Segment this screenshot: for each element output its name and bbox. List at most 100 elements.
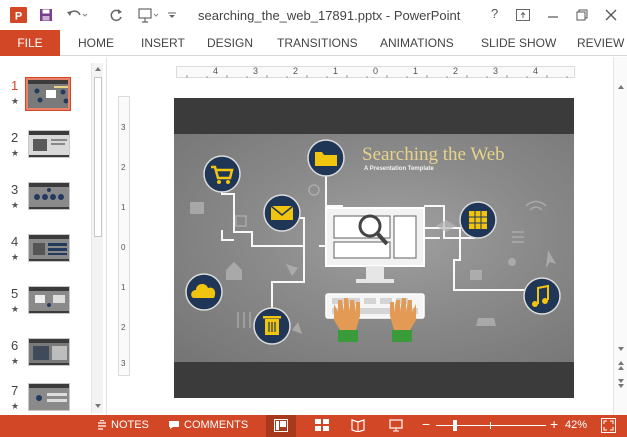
tab-slide-show[interactable]: SLIDE SHOW: [481, 36, 556, 50]
ruler-label: 2: [121, 163, 126, 172]
fit-slide-button[interactable]: [601, 418, 616, 433]
thumbnail-item[interactable]: 3 ★: [0, 182, 90, 232]
slide-thumbnail[interactable]: [28, 130, 70, 158]
thumbnail-item[interactable]: 1 ★: [0, 77, 90, 128]
ruler-label: 1: [121, 283, 126, 292]
thumbnail-item[interactable]: 4 ★: [0, 234, 90, 284]
editing-scrollbar[interactable]: [613, 57, 627, 415]
ruler-label: 1: [333, 66, 339, 76]
powerpoint-window: P searching_the_web_17891.pptx - PowerPo…: [0, 0, 627, 437]
slide-bottom-band: [174, 362, 574, 398]
animation-star-icon: ★: [11, 200, 20, 210]
scroll-down-icon[interactable]: [617, 345, 625, 353]
slide-top-band: [174, 98, 574, 134]
slide-subtitle[interactable]: A Presentation Template: [364, 166, 434, 172]
normal-view-icon: [274, 419, 288, 432]
start-from-beginning-icon[interactable]: [137, 7, 159, 23]
animation-star-icon: ★: [11, 96, 20, 106]
thumbnail-item[interactable]: 5 ★: [0, 286, 90, 336]
trash-icon: [253, 307, 291, 345]
zoom-level[interactable]: 42%: [565, 419, 587, 431]
mail-icon: [263, 194, 301, 232]
slide-thumbnail[interactable]: [28, 338, 70, 366]
zoom-in-button[interactable]: +: [550, 416, 558, 432]
slide-title[interactable]: Searching the Web: [362, 144, 505, 166]
scrollbar-thumb[interactable]: [94, 77, 102, 237]
title-bar: P searching_the_web_17891.pptx - PowerPo…: [0, 0, 627, 30]
zoom-slider-thumb[interactable]: [453, 420, 458, 431]
comments-label: COMMENTS: [184, 419, 249, 431]
svg-text:P: P: [14, 11, 21, 23]
previous-slide-icon[interactable]: [617, 360, 625, 372]
current-slide[interactable]: Searching the Web A Presentation Templat…: [174, 98, 574, 398]
slide-number: 5: [11, 286, 19, 301]
minimize-icon[interactable]: [546, 7, 560, 23]
customize-quick-access-icon[interactable]: [166, 7, 178, 23]
slide-thumbnail[interactable]: [28, 234, 70, 262]
notes-button[interactable]: NOTES: [97, 419, 149, 431]
fit-to-window-icon: [601, 418, 616, 433]
zoom-center-mark: [490, 422, 491, 429]
slide-thumbnail[interactable]: [28, 182, 70, 210]
slide-number: 6: [11, 338, 19, 353]
redo-icon[interactable]: [108, 7, 124, 23]
thumbnail-item[interactable]: 2 ★: [0, 130, 90, 180]
tab-review[interactable]: REVIEW: [577, 36, 624, 50]
comments-button[interactable]: COMMENTS: [168, 419, 248, 431]
tab-design[interactable]: DESIGN: [207, 36, 253, 50]
undo-icon[interactable]: [66, 7, 88, 23]
powerpoint-logo-icon[interactable]: P: [9, 7, 27, 23]
slide-number: 1: [11, 78, 19, 93]
tab-transitions[interactable]: TRANSITIONS: [277, 36, 358, 50]
restore-icon[interactable]: [575, 7, 589, 23]
tab-animations[interactable]: ANIMATIONS: [380, 36, 454, 50]
slide-sorter-icon: [315, 419, 329, 431]
slide-show-icon: [389, 419, 403, 432]
slide-show-button[interactable]: [388, 418, 404, 433]
scroll-up-icon[interactable]: [617, 83, 625, 91]
slide-thumbnail[interactable]: [28, 286, 70, 314]
folder-icon: [307, 139, 345, 177]
next-slide-icon[interactable]: [617, 377, 625, 389]
help-button[interactable]: ?: [491, 6, 498, 21]
ruler-label: 2: [293, 66, 299, 76]
calculator-icon: [459, 201, 497, 239]
ruler-label: 2: [453, 66, 459, 76]
ruler-label: 0: [373, 66, 379, 76]
ruler-label: 1: [121, 203, 126, 212]
window-title: searching_the_web_17891.pptx - PowerPoin…: [198, 8, 461, 23]
ribbon-tabs: FILE HOME INSERT DESIGN TRANSITIONS ANIM…: [0, 30, 627, 56]
zoom-out-button[interactable]: −: [422, 416, 430, 432]
scroll-down-icon[interactable]: [94, 402, 102, 410]
close-icon[interactable]: [604, 7, 618, 23]
slide-number: 4: [11, 234, 19, 249]
animation-star-icon: ★: [11, 304, 20, 314]
vertical-ruler[interactable]: 3 2 1 0 1 2 3: [118, 96, 130, 376]
ruler-label: 4: [533, 66, 539, 76]
slide-number: 3: [11, 182, 19, 197]
thumbnail-item[interactable]: 6 ★: [0, 338, 90, 388]
slide-number: 2: [11, 130, 19, 145]
slide-thumbnail[interactable]: [28, 383, 70, 411]
ribbon-display-options-icon[interactable]: [515, 7, 531, 23]
scroll-up-icon[interactable]: [94, 65, 102, 73]
status-bar: NOTES COMMENTS − + 42%: [0, 415, 627, 437]
tab-home[interactable]: HOME: [78, 36, 114, 50]
cloud-icon: [185, 273, 223, 311]
save-icon[interactable]: [38, 7, 54, 23]
ruler-label: 1: [413, 66, 419, 76]
tab-insert[interactable]: INSERT: [141, 36, 185, 50]
animation-star-icon: ★: [11, 401, 20, 411]
normal-view-button[interactable]: [266, 415, 296, 437]
tab-file[interactable]: FILE: [0, 30, 60, 56]
slide-body: Searching the Web A Presentation Templat…: [174, 134, 574, 362]
ruler-label: 3: [253, 66, 259, 76]
slide-sorter-button[interactable]: [314, 418, 330, 433]
slide-thumbnail[interactable]: [25, 77, 71, 111]
shopping-cart-icon: [203, 155, 241, 193]
horizontal-ruler[interactable]: 4 3 2 1 0 1 2 3 4: [176, 66, 575, 78]
thumbnails-scrollbar[interactable]: [91, 63, 103, 413]
reading-view-button[interactable]: [350, 418, 366, 433]
ruler-label: 4: [213, 66, 219, 76]
ruler-label: 2: [121, 323, 126, 332]
